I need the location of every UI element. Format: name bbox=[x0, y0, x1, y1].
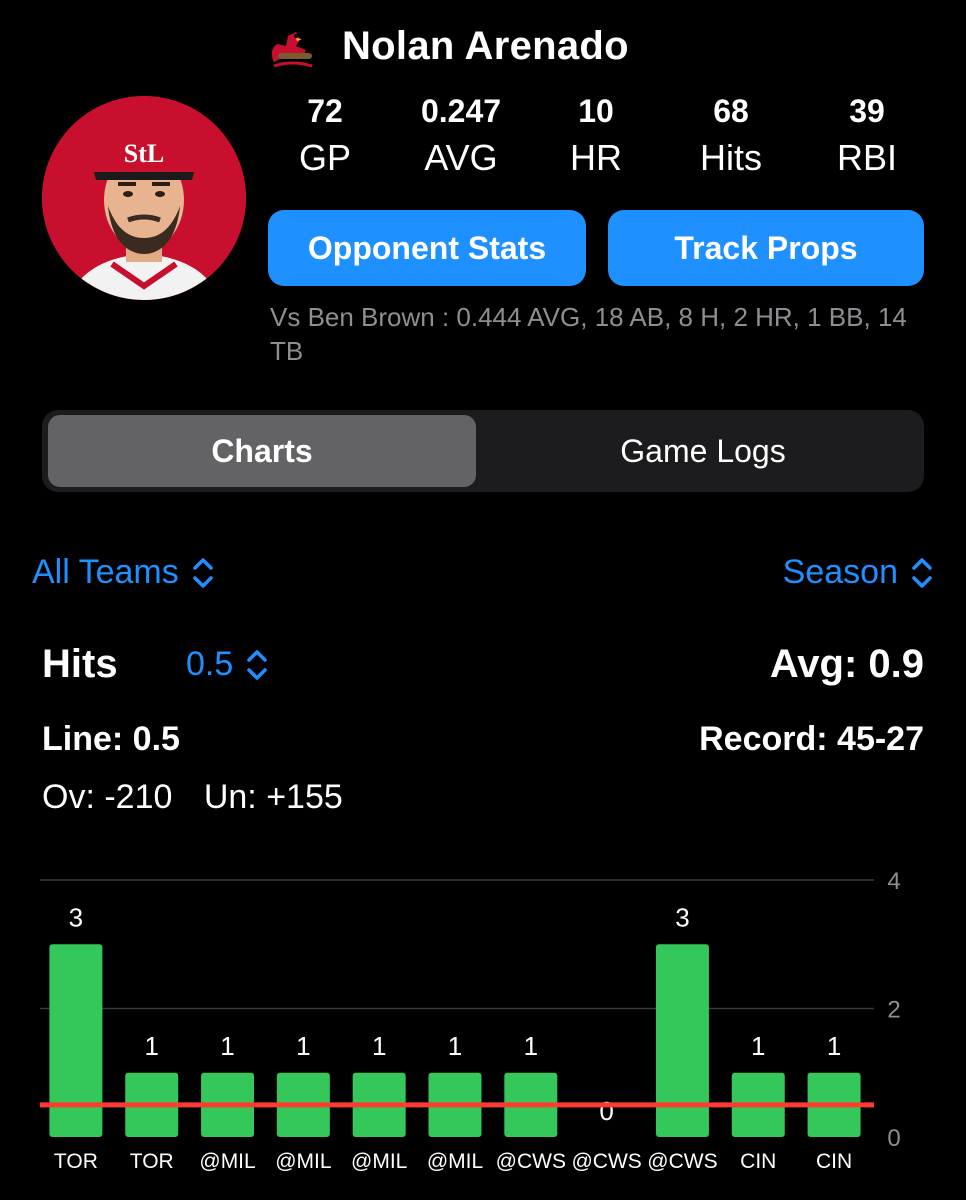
chart-bar bbox=[49, 944, 103, 1137]
odds: Ov: -210 Un: +155 bbox=[42, 778, 365, 817]
stat-label: Hits bbox=[700, 137, 762, 178]
stat-label: HR bbox=[570, 137, 622, 178]
stat-label: AVG bbox=[424, 137, 498, 178]
y-tick-label: 4 bbox=[887, 868, 900, 895]
bar-value-label: 3 bbox=[675, 902, 689, 932]
svg-text:StL: StL bbox=[124, 139, 164, 168]
stat-value: 39 bbox=[849, 93, 885, 129]
bar-value-label: 1 bbox=[144, 1031, 158, 1061]
cardinals-logo-icon bbox=[266, 26, 318, 72]
tab-charts[interactable]: Charts bbox=[48, 415, 476, 487]
chevron-up-down-icon bbox=[247, 649, 268, 680]
line-selector-value: 0.5 bbox=[186, 645, 234, 683]
under-odds: Un: +155 bbox=[203, 778, 343, 816]
x-tick-label: TOR bbox=[130, 1150, 174, 1173]
stat-value: 0.247 bbox=[420, 93, 502, 129]
teams-filter-label: All Teams bbox=[32, 553, 179, 591]
y-tick-label: 2 bbox=[887, 997, 900, 1024]
y-tick-label: 0 bbox=[887, 1125, 900, 1152]
player-avatar: StL bbox=[42, 96, 246, 300]
stat-category-title: Hits bbox=[42, 642, 118, 686]
over-odds: Ov: -210 bbox=[42, 778, 173, 816]
stat-average: 0.247 AVG bbox=[396, 92, 526, 180]
bar-value-label: 1 bbox=[827, 1031, 841, 1061]
player-name: Nolan Arenado bbox=[342, 24, 629, 68]
x-tick-label: CIN bbox=[816, 1150, 852, 1173]
stat-label: RBI bbox=[836, 137, 897, 178]
teams-filter[interactable]: All Teams bbox=[32, 553, 215, 592]
stat-hits: 68 Hits bbox=[666, 92, 796, 180]
opponent-stats-button[interactable]: Opponent Stats bbox=[268, 210, 586, 286]
x-tick-label: TOR bbox=[54, 1150, 98, 1173]
season-filter[interactable]: Season bbox=[783, 553, 934, 592]
stat-rbi: 39 RBI bbox=[802, 92, 932, 180]
track-props-button[interactable]: Track Props bbox=[608, 210, 924, 286]
bar-value-label: 0 bbox=[599, 1096, 613, 1126]
bar-value-label: 1 bbox=[372, 1031, 386, 1061]
hits-bar-chart: 0 2 4 3 TOR 1 TOR 1 @MIL 1 @MIL 1 @MIL 1 @MIL 1 @CWS 0 @CW… bbox=[40, 868, 901, 1173]
x-tick-label: @CWS bbox=[647, 1150, 717, 1173]
x-tick-label: @CWS bbox=[496, 1150, 566, 1173]
x-tick-label: CIN bbox=[740, 1150, 776, 1173]
bar-value-label: 1 bbox=[524, 1031, 538, 1061]
season-filter-label: Season bbox=[782, 553, 898, 591]
stat-value: 68 bbox=[713, 93, 749, 129]
stat-games-played: 72 GP bbox=[260, 92, 390, 180]
bar-value-label: 1 bbox=[296, 1031, 310, 1061]
chevron-up-down-icon bbox=[912, 557, 932, 588]
x-tick-label: @MIL bbox=[427, 1150, 483, 1173]
matchup-summary: Vs Ben Brown : 0.444 AVG, 18 AB, 8 H, 2 … bbox=[270, 302, 907, 366]
stat-value: 72 bbox=[307, 93, 343, 129]
x-tick-label: @MIL bbox=[351, 1150, 407, 1173]
bar-value-label: 1 bbox=[448, 1031, 462, 1061]
line-value: Line: 0.5 bbox=[42, 720, 180, 758]
x-tick-label: @MIL bbox=[275, 1150, 331, 1173]
x-tick-label: @MIL bbox=[199, 1150, 255, 1173]
bar-value-label: 1 bbox=[220, 1031, 234, 1061]
bar-value-label: 1 bbox=[751, 1031, 765, 1061]
record-value: Record: 45-27 bbox=[699, 720, 924, 758]
line-selector[interactable]: 0.5 bbox=[186, 645, 269, 684]
average-value: Avg: 0.9 bbox=[769, 642, 924, 686]
tab-game-logs[interactable]: Game Logs bbox=[488, 415, 918, 487]
chart-bar bbox=[655, 944, 709, 1137]
bar-value-label: 3 bbox=[69, 902, 83, 932]
stat-label: GP bbox=[298, 137, 351, 178]
chevron-up-down-icon bbox=[193, 557, 213, 588]
view-segmented-control: Charts Game Logs bbox=[42, 410, 924, 492]
stat-home-runs: 10 HR bbox=[531, 92, 661, 180]
x-tick-label: @CWS bbox=[571, 1150, 641, 1173]
stat-value: 10 bbox=[578, 93, 614, 129]
